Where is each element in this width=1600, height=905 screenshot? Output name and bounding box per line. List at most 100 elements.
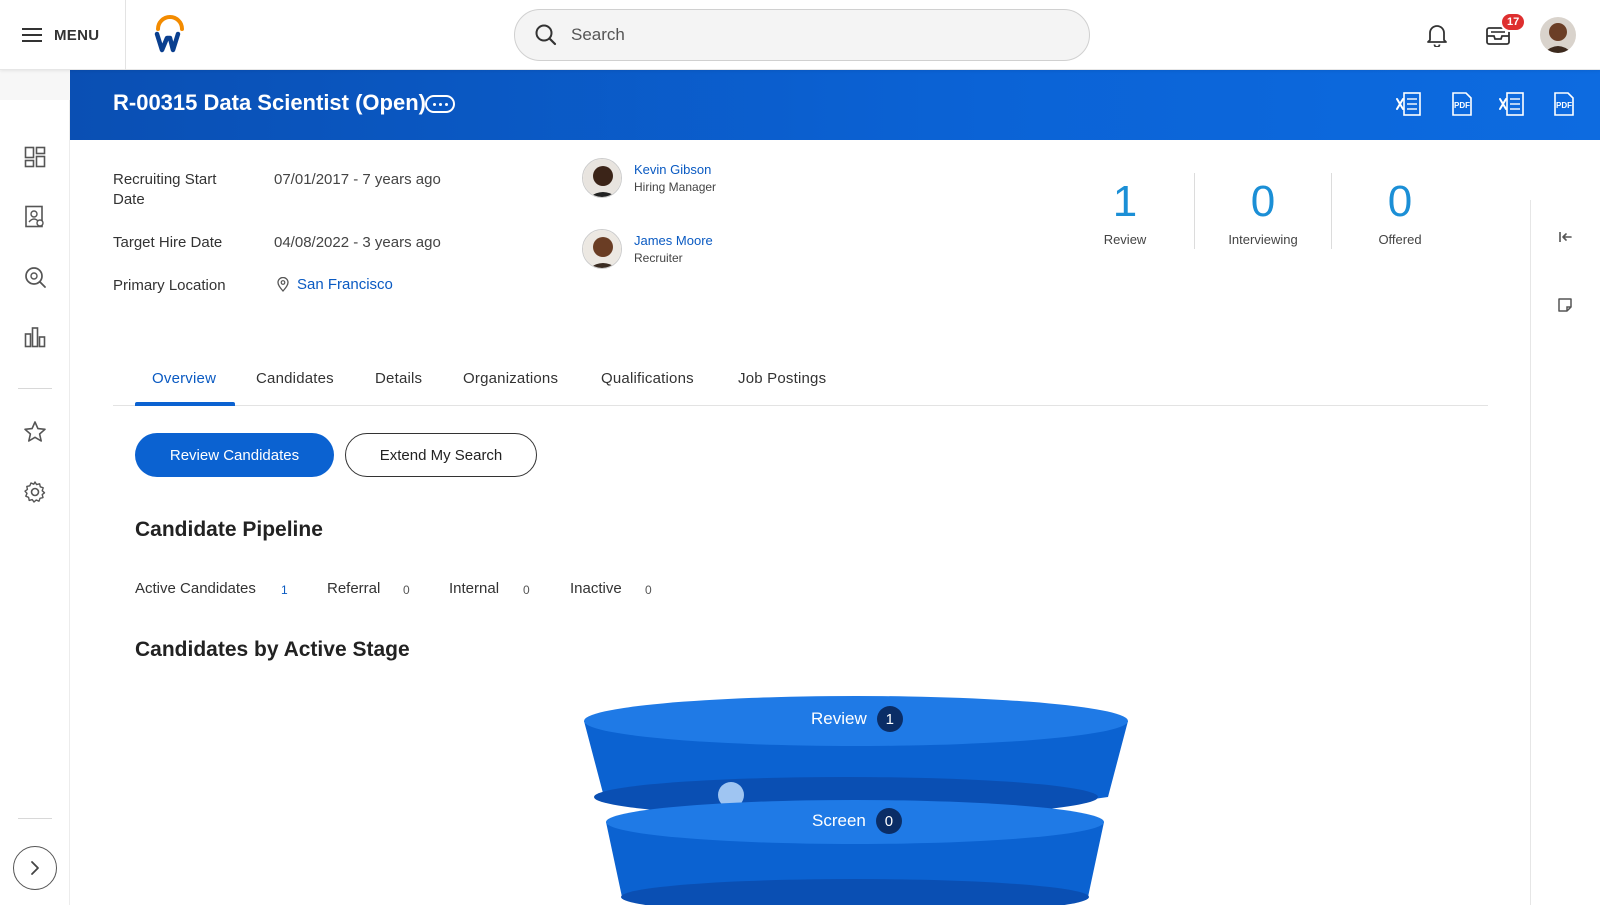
stat-review-value: 1 (1112, 177, 1138, 226)
extend-search-button[interactable]: Extend My Search (345, 433, 537, 477)
stage-funnel: Review 1 Screen 0 (580, 690, 1130, 905)
location-pin-icon (277, 277, 289, 292)
sidebar-item-settings[interactable] (20, 477, 50, 507)
pipeline-inactive-count: 0 (645, 583, 652, 597)
menu-label: MENU (54, 26, 100, 44)
more-dot-icon (432, 102, 436, 106)
page-title: R-00315 Data Scientist (Open) (113, 90, 426, 115)
recruiter-avatar[interactable] (582, 229, 622, 269)
funnel-screen-label[interactable]: Screen 0 (812, 808, 902, 834)
topbar-divider (125, 0, 126, 70)
search-icon (535, 24, 557, 46)
stat-offered-label: Offered (1378, 232, 1422, 247)
stat-offered[interactable]: 0 Offered (1350, 176, 1450, 247)
candidates-by-stage-title: Candidates by Active Stage (135, 638, 410, 661)
collapse-left-icon (1559, 232, 1572, 242)
funnel-screen-count: 0 (875, 808, 902, 834)
target-hire-value: 04/08/2022 - 3 years ago (274, 234, 441, 251)
excel-export-icon-2[interactable] (1498, 90, 1526, 118)
recruiter-role: Recruiter (634, 251, 683, 265)
stat-separator (1194, 173, 1195, 249)
bar-chart-icon (24, 327, 46, 348)
tab-qualifications[interactable]: Qualifications (601, 370, 694, 387)
sidebar-separator-bottom (18, 818, 52, 819)
funnel-review-count: 1 (876, 706, 903, 732)
stat-review-label: Review (1103, 232, 1147, 247)
hiring-manager-card: Kevin Gibson Hiring Manager (582, 158, 716, 198)
stat-interviewing-label: Interviewing (1228, 232, 1298, 247)
bell-icon (1427, 25, 1447, 47)
notes-button[interactable] (1553, 293, 1577, 317)
notifications-button[interactable] (1420, 18, 1454, 52)
gear-icon (24, 481, 46, 503)
active-tab-indicator (135, 402, 235, 406)
stat-interviewing[interactable]: 0 Interviewing (1213, 176, 1313, 247)
search-input[interactable]: Search (514, 9, 1090, 61)
tab-details[interactable]: Details (375, 370, 422, 387)
stat-interviewing-value: 0 (1250, 177, 1276, 226)
page-header: R-00315 Data Scientist (Open) PDF PDF (70, 70, 1600, 140)
more-dot-icon (438, 102, 442, 106)
more-dot-icon (444, 102, 448, 106)
sidebar-item-search-insights[interactable] (20, 262, 50, 292)
pipeline-internal-label: Internal (449, 580, 500, 597)
pipeline-internal-count: 0 (523, 583, 530, 597)
dashboard-icon (24, 146, 46, 168)
funnel-review-label[interactable]: Review 1 (811, 706, 903, 732)
review-candidates-button[interactable]: Review Candidates (135, 433, 334, 477)
funnel-screen-text: Screen (812, 811, 866, 830)
recruiter-name[interactable]: James Moore (634, 233, 713, 248)
insight-search-icon (25, 267, 46, 288)
sidebar-item-reports[interactable] (20, 322, 50, 352)
menu-button[interactable]: MENU (22, 22, 99, 48)
expand-sidebar-button[interactable] (13, 846, 57, 890)
left-sidebar (0, 70, 70, 905)
tab-candidates[interactable]: Candidates (256, 370, 334, 387)
inbox-badge: 17 (1500, 12, 1527, 32)
pipeline-active-count[interactable]: 1 (281, 583, 288, 597)
recruiting-start-label: Recruiting Start Date (113, 171, 217, 208)
recruiting-start-value: 07/01/2017 - 7 years ago (274, 171, 441, 188)
stat-separator (1331, 173, 1332, 249)
related-actions-button[interactable] (425, 95, 455, 113)
sidebar-band (0, 70, 70, 100)
collapse-panel-button[interactable] (1553, 225, 1577, 249)
chevron-right-icon (31, 861, 39, 875)
user-avatar[interactable] (1540, 17, 1576, 53)
sidebar-separator (18, 388, 52, 389)
sidebar-item-favorites[interactable] (20, 417, 50, 447)
search-placeholder: Search (571, 25, 625, 44)
tab-organizations[interactable]: Organizations (463, 370, 558, 387)
target-hire-label: Target Hire Date (113, 234, 223, 251)
tab-job-postings[interactable]: Job Postings (738, 370, 826, 387)
svg-text:PDF: PDF (1454, 101, 1470, 110)
svg-text:PDF: PDF (1556, 101, 1572, 110)
profile-document-icon (25, 205, 44, 228)
hamburger-icon (22, 28, 42, 42)
stat-offered-value: 0 (1387, 177, 1413, 226)
funnel-review-text: Review (811, 709, 867, 728)
pipeline-active-label: Active Candidates (135, 580, 256, 597)
pipeline-referral-label: Referral (327, 580, 381, 597)
workday-logo[interactable] (152, 15, 188, 55)
sidebar-item-worker-profile[interactable] (20, 202, 50, 232)
pdf-export-icon-2[interactable]: PDF (1549, 90, 1577, 118)
pdf-export-icon[interactable]: PDF (1447, 90, 1475, 118)
primary-location-label: Primary Location (113, 277, 226, 294)
hiring-manager-role: Hiring Manager (634, 180, 717, 194)
candidate-pipeline-title: Candidate Pipeline (135, 518, 323, 541)
hiring-manager-avatar[interactable] (582, 158, 622, 198)
location-text: San Francisco (297, 276, 393, 293)
stat-review[interactable]: 1 Review (1075, 176, 1175, 247)
right-rail-divider (1530, 200, 1531, 905)
tab-bar: Overview Candidates Details Organization… (113, 356, 1488, 406)
recruiter-card: James Moore Recruiter (582, 229, 713, 269)
star-icon (24, 421, 46, 442)
location-link[interactable]: San Francisco (277, 276, 393, 293)
excel-export-icon[interactable] (1395, 90, 1423, 118)
tab-overview[interactable]: Overview (152, 370, 216, 387)
pipeline-inactive-label: Inactive (570, 580, 622, 597)
note-icon (1558, 298, 1572, 312)
hiring-manager-name[interactable]: Kevin Gibson (634, 162, 716, 177)
sidebar-item-dashboards[interactable] (20, 142, 50, 172)
